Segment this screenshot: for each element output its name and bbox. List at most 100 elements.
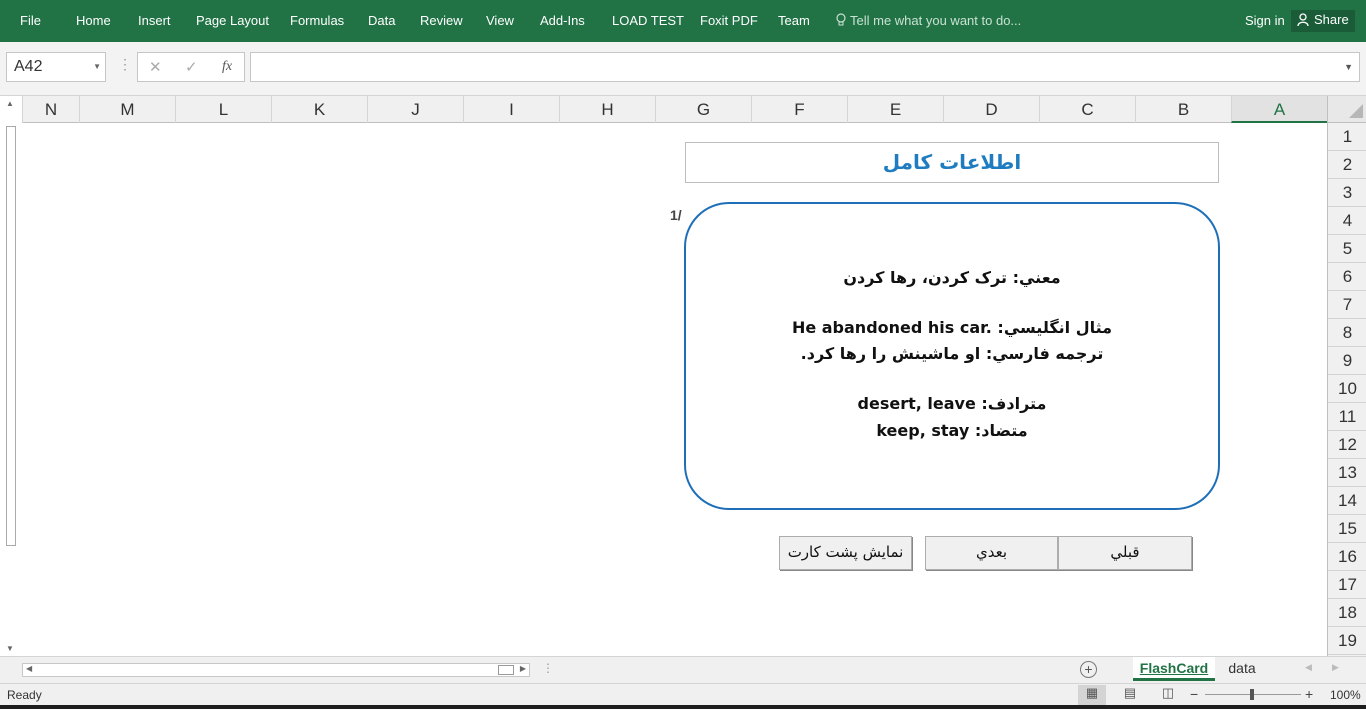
row-header[interactable]: 10 [1328,375,1366,403]
share-label: Share [1314,12,1349,27]
enter-icon[interactable]: ✓ [185,58,198,76]
cancel-icon[interactable]: ✕ [149,58,162,76]
tab-foxit-pdf[interactable]: Foxit PDF [700,13,758,28]
column-header-f[interactable]: F [751,96,847,123]
column-header-k[interactable]: K [271,96,367,123]
lightbulb-icon [836,13,846,26]
column-header-n[interactable]: N [22,96,79,123]
expand-formula-icon[interactable]: ▼ [1344,62,1353,72]
column-header-g[interactable]: G [655,96,751,123]
row-header[interactable]: 8 [1328,319,1366,347]
zoom-slider-thumb[interactable] [1250,689,1254,700]
flashcard-title-box: اطلاعات کامل [685,142,1219,183]
row-header[interactable]: 19 [1328,627,1366,655]
vertical-scrollbar[interactable]: ▲ ▼ [3,96,18,656]
tab-data[interactable]: Data [368,13,395,28]
select-all-button[interactable] [1328,96,1366,123]
tab-load-test[interactable]: LOAD TEST [612,13,684,28]
column-header-a[interactable]: A [1231,96,1327,123]
scroll-left-icon[interactable]: ◀ [26,664,32,673]
taskbar-strip [0,705,1366,709]
page-break-view-icon[interactable]: ◫ [1154,685,1182,705]
scroll-right-icon[interactable]: ▶ [520,664,526,673]
sheet-tab-data[interactable]: data [1220,657,1264,681]
horizontal-scrollbar[interactable]: ◀ ▶ [22,663,530,677]
formula-bar-area: A42 ▼ ⋮ ✕ ✓ fx ▼ [0,42,1366,96]
tab-home[interactable]: Home [76,13,111,28]
new-sheet-icon[interactable]: + [1080,661,1097,678]
column-header-b[interactable]: B [1135,96,1231,123]
column-header-m[interactable]: M [79,96,175,123]
row-header[interactable]: 12 [1328,431,1366,459]
column-header-h[interactable]: H [559,96,655,123]
worksheet-grid: ▲ ▼ N M L K J I H G F E D C B A 1 2 3 4 … [0,96,1366,656]
person-icon [1297,13,1309,27]
antonyms-value: keep, stay [876,421,970,440]
scroll-up-icon[interactable]: ▲ [6,99,14,108]
scroll-down-icon[interactable]: ▼ [6,644,14,653]
horizontal-scroll-thumb[interactable] [498,665,514,675]
sign-in-link[interactable]: Sign in [1245,13,1285,28]
zoom-in-icon[interactable]: + [1305,686,1313,702]
next-sheet-icon[interactable]: ▶ [1332,662,1339,673]
column-header-c[interactable]: C [1039,96,1135,123]
row-header[interactable]: 5 [1328,235,1366,263]
zoom-out-icon[interactable]: − [1190,686,1198,702]
synonyms-value: desert, leave [857,394,976,413]
column-header-e[interactable]: E [847,96,943,123]
tab-review[interactable]: Review [420,13,463,28]
previous-sheet-icon[interactable]: ◀ [1305,662,1312,673]
next-button[interactable]: بعدي [925,536,1058,570]
show-back-button[interactable]: نمايش پشت کارت [779,536,912,570]
normal-view-icon[interactable]: ▦ [1078,685,1106,705]
flashcard-card: معني: ترک کردن، رها کردن مثال انگليسي: H… [684,202,1220,510]
name-box[interactable]: A42 ▼ [6,52,106,82]
example-label: مثال انگليسي: [997,318,1113,337]
row-header[interactable]: 15 [1328,515,1366,543]
row-header[interactable]: 16 [1328,543,1366,571]
row-header[interactable]: 9 [1328,347,1366,375]
card-counter: 1/ [670,207,682,223]
row-header[interactable]: 2 [1328,151,1366,179]
zoom-level[interactable]: 100% [1330,688,1361,702]
example-line: مثال انگليسي: He abandoned his car. [686,318,1218,337]
column-header-d[interactable]: D [943,96,1039,123]
tell-me-box[interactable]: Tell me what you want to do... [836,13,1021,28]
column-header-i[interactable]: I [463,96,559,123]
tab-view[interactable]: View [486,13,514,28]
sheet-canvas[interactable]: اطلاعات کامل 1/ معني: ترک کردن، رها کردن… [22,123,1327,656]
insert-function-icon[interactable]: fx [222,59,232,75]
row-header[interactable]: 13 [1328,459,1366,487]
antonyms-label: متضاد: [974,421,1028,440]
row-header[interactable]: 3 [1328,179,1366,207]
row-header[interactable]: 18 [1328,599,1366,627]
tab-formulas[interactable]: Formulas [290,13,344,28]
tab-insert[interactable]: Insert [138,13,171,28]
row-header[interactable]: 7 [1328,291,1366,319]
row-header[interactable]: 17 [1328,571,1366,599]
tab-splitter-icon[interactable]: ⋮ [542,661,554,675]
row-header[interactable]: 6 [1328,263,1366,291]
formula-input[interactable]: ▼ [250,52,1360,82]
scroll-thumb[interactable] [6,126,16,546]
status-text: Ready [7,688,42,702]
sheet-tab-flashcard[interactable]: FlashCard [1133,657,1215,681]
column-header-l[interactable]: L [175,96,271,123]
page-layout-view-icon[interactable]: ▤ [1116,685,1144,705]
status-bar: Ready ▦ ▤ ◫ − + 100% [0,683,1366,705]
row-header[interactable]: 11 [1328,403,1366,431]
tab-page-layout[interactable]: Page Layout [196,13,269,28]
column-header-j[interactable]: J [367,96,463,123]
name-box-value: A42 [14,58,43,75]
tab-team[interactable]: Team [778,13,810,28]
share-button[interactable]: Share [1291,10,1355,32]
row-header[interactable]: 14 [1328,487,1366,515]
row-header[interactable]: 4 [1328,207,1366,235]
tab-add-ins[interactable]: Add-Ins [540,13,585,28]
row-header[interactable]: 1 [1328,123,1366,151]
previous-button[interactable]: قبلي [1058,536,1192,570]
chevron-down-icon[interactable]: ▼ [93,62,101,71]
ribbon-tab-bar: File Home Insert Page Layout Formulas Da… [0,0,1366,42]
tab-file[interactable]: File [20,13,41,28]
splitter-icon[interactable]: ⋮ [118,56,132,73]
